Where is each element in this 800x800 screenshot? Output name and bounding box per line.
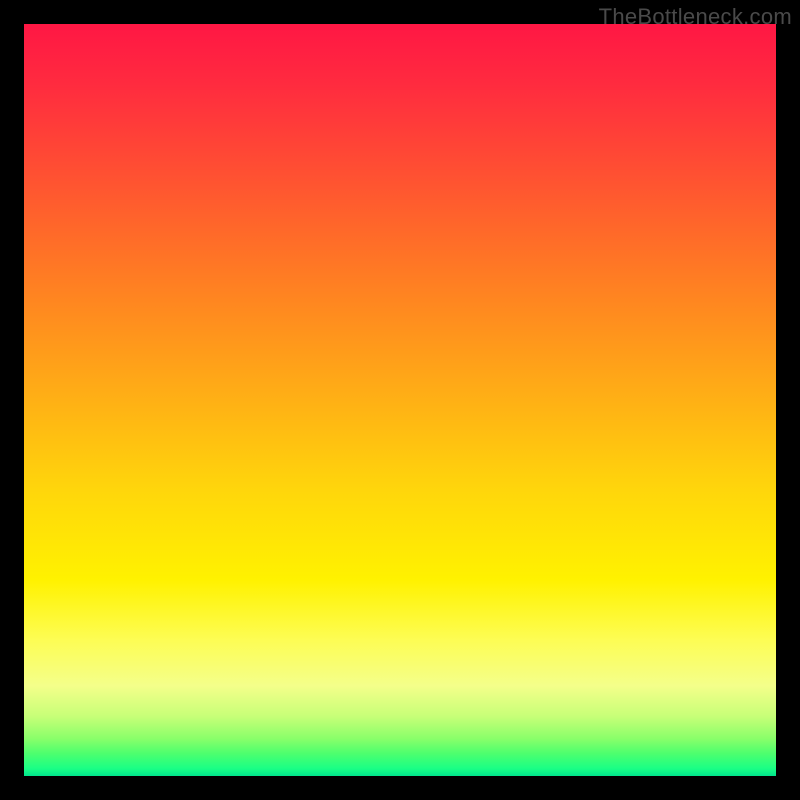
plot-area <box>24 24 776 776</box>
chart-frame: TheBottleneck.com <box>0 0 800 800</box>
gradient-background <box>24 24 776 776</box>
watermark-text: TheBottleneck.com <box>599 4 792 30</box>
